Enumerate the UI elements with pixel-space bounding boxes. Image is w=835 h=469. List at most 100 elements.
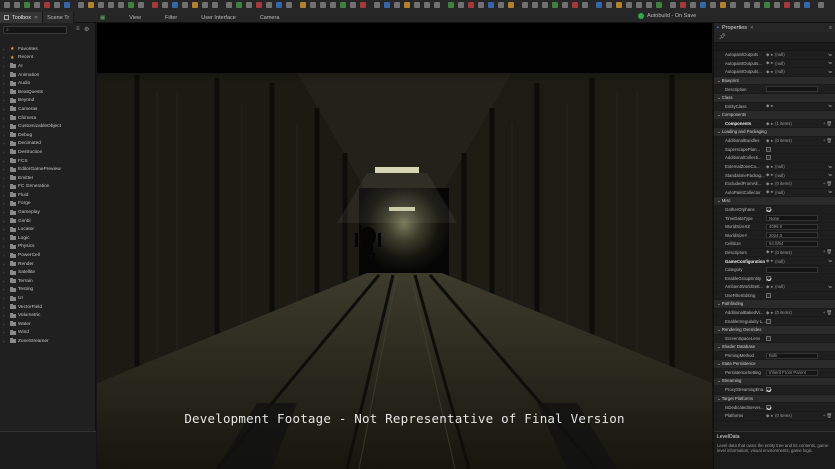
chevron-right-icon[interactable]: › (3, 133, 8, 138)
reference-icon[interactable]: ◆ ● (766, 249, 773, 255)
toolbar-tool-icon[interactable] (414, 2, 420, 8)
toolbar-tool-icon[interactable] (78, 2, 84, 8)
toolbox-tree-item[interactable]: › Satellite (0, 268, 96, 277)
toolbar-tool-icon[interactable] (744, 2, 750, 8)
toolbox-tree-item[interactable]: › Fluid (0, 191, 96, 200)
property-row[interactable]: SuperscapePlan... (714, 146, 835, 155)
chevron-right-icon[interactable]: › (3, 90, 8, 95)
close-icon[interactable]: ✕ (34, 15, 38, 21)
toolbar-tool-icon[interactable] (246, 2, 252, 8)
add-item-icon[interactable]: + 🗑︎ (823, 138, 832, 144)
chevron-right-icon[interactable]: › (3, 141, 8, 146)
toolbar-tool-icon[interactable] (804, 2, 810, 8)
chevron-right-icon[interactable]: › (3, 81, 8, 86)
toolbar-tool-icon[interactable] (710, 2, 716, 8)
property-row[interactable]: AutoPaintCollector ◆ ● (null) ≔ (714, 189, 835, 198)
toolbar-tool-icon[interactable] (44, 2, 50, 8)
reference-icon[interactable]: ◆ ● (766, 121, 773, 127)
chevron-right-icon[interactable]: › (3, 193, 8, 198)
chevron-right-icon[interactable]: › (3, 219, 8, 224)
toolbar-tool-icon[interactable] (670, 2, 676, 8)
grid-icon[interactable]: ▦ (96, 12, 117, 23)
property-category[interactable]: ⌄ Streaming (714, 377, 835, 387)
reference-icon[interactable]: ◆ ● (766, 52, 773, 58)
property-field[interactable] (766, 266, 818, 273)
toolbar-tool-icon[interactable] (404, 2, 410, 8)
toolbar-tool-icon[interactable] (646, 2, 652, 8)
browse-icon[interactable]: ≔ (828, 172, 832, 178)
property-row[interactable]: AdditionalCollecti... (714, 154, 835, 163)
toolbar-tool-icon[interactable] (360, 2, 366, 8)
reference-icon[interactable]: ◆ ● (766, 189, 773, 195)
toolbar-tool-icon[interactable] (310, 2, 316, 8)
reference-icon[interactable]: ◆ ● (766, 310, 773, 316)
autobuild-status[interactable]: Autobuild - On Save (638, 13, 696, 19)
add-item-icon[interactable]: + 🗑︎ (823, 121, 832, 127)
property-category[interactable]: ⌄ Loading and Packaging (714, 128, 835, 137)
toolbar-tool-icon[interactable] (108, 2, 114, 8)
toolbar-tool-icon[interactable] (64, 2, 70, 8)
property-checkbox[interactable] (766, 206, 771, 212)
chevron-right-icon[interactable]: › (3, 201, 8, 206)
toolbar-tool-icon[interactable] (542, 2, 548, 8)
menu-user-interface[interactable]: User Interface (189, 12, 248, 23)
add-item-icon[interactable]: + 🗑︎ (823, 181, 832, 187)
property-row[interactable]: AutopaintOutputs ◆ ● (null) ≔ (714, 51, 835, 60)
property-category[interactable]: ⌄ Rendering Overrides (714, 326, 835, 335)
reference-icon[interactable]: ◆ ● (766, 138, 773, 144)
toolbar-tool-icon[interactable] (152, 2, 158, 8)
toolbar-tool-icon[interactable] (774, 2, 780, 8)
toolbar-tool-icon[interactable] (468, 2, 474, 8)
property-dropdown[interactable]: Bulk (766, 352, 818, 359)
property-category[interactable]: ⌄ Class (714, 93, 835, 103)
toolbox-tree-item[interactable]: › FCS (0, 157, 96, 166)
property-checkbox[interactable] (766, 292, 771, 298)
property-checkbox[interactable] (766, 146, 771, 152)
property-row[interactable]: EnableIrregularity L... (714, 317, 835, 326)
toolbar-tool-icon[interactable] (226, 2, 232, 8)
property-row[interactable]: WorldSizeY 2024.0 (714, 231, 835, 241)
toolbar-tool-icon[interactable] (680, 2, 686, 8)
toolbar-tool-icon[interactable] (98, 2, 104, 8)
chevron-right-icon[interactable]: › (3, 253, 8, 258)
toolbar-tool-icon[interactable] (656, 2, 662, 8)
toolbar-tool-icon[interactable] (784, 2, 790, 8)
toolbar-tool-icon[interactable] (720, 2, 726, 8)
pin-icon[interactable]: 📌︎ (719, 34, 726, 40)
property-category[interactable]: ⌄ Shader Database (714, 343, 835, 352)
list-icon[interactable]: ≡ (76, 26, 80, 32)
property-field[interactable]: 64.0/64 (766, 240, 818, 247)
chevron-right-icon[interactable]: › (3, 236, 8, 241)
toolbox-tree-item[interactable]: › Animation (0, 71, 96, 80)
toolbox-tree-item[interactable]: › Water (0, 320, 96, 329)
reference-icon[interactable]: ◆ ● (766, 181, 773, 187)
toolbox-tree-item[interactable]: › PowerCell (0, 251, 96, 260)
chevron-right-icon[interactable]: › (3, 64, 8, 69)
property-row[interactable]: Components ◆ ● (1 items) + 🗑︎ (714, 120, 835, 129)
game-viewport[interactable]: Development Footage - Not Representative… (97, 23, 712, 469)
toolbox-tree-item[interactable]: › CustomizableObject (0, 122, 96, 131)
reference-icon[interactable]: ◆ ● (766, 60, 773, 66)
toolbar-tool-icon[interactable] (730, 2, 736, 8)
property-row[interactable]: PrimingMethod Bulk (714, 352, 835, 361)
add-item-icon[interactable]: + 🗑︎ (823, 310, 832, 316)
toolbar-tool-icon[interactable] (522, 2, 528, 8)
chevron-right-icon[interactable]: › (3, 55, 8, 60)
property-row[interactable]: AutopaintOutputs... ◆ ● (null) ≔ (714, 68, 835, 77)
property-row[interactable]: IsDedicatedServer... (714, 403, 835, 412)
property-category[interactable]: ⌄ Misc (714, 197, 835, 206)
toolbar-tool-icon[interactable] (434, 2, 440, 8)
toolbar-tool-icon[interactable] (256, 2, 262, 8)
property-row[interactable]: EnableGroupEntity (714, 274, 835, 284)
reference-icon[interactable]: ◆ ● (766, 413, 773, 419)
toolbar-tool-icon[interactable] (700, 2, 706, 8)
property-row[interactable]: Platforms ◆ ● (0 items) + 🗑︎ (714, 412, 835, 421)
toolbox-tree-item[interactable]: › ZoneStreamer (0, 337, 96, 346)
browse-icon[interactable]: ≔ (828, 60, 832, 66)
toolbox-tree-item[interactable]: › Testing (0, 286, 96, 295)
properties-search[interactable] (714, 43, 835, 51)
toolbar-tool-icon[interactable] (532, 2, 538, 8)
chevron-right-icon[interactable]: › (3, 313, 8, 318)
toolbox-tree-item[interactable]: › Volumetric (0, 311, 96, 320)
property-row[interactable]: AmbientWorldSett... ◆ ● (null) ≔ (714, 283, 835, 292)
